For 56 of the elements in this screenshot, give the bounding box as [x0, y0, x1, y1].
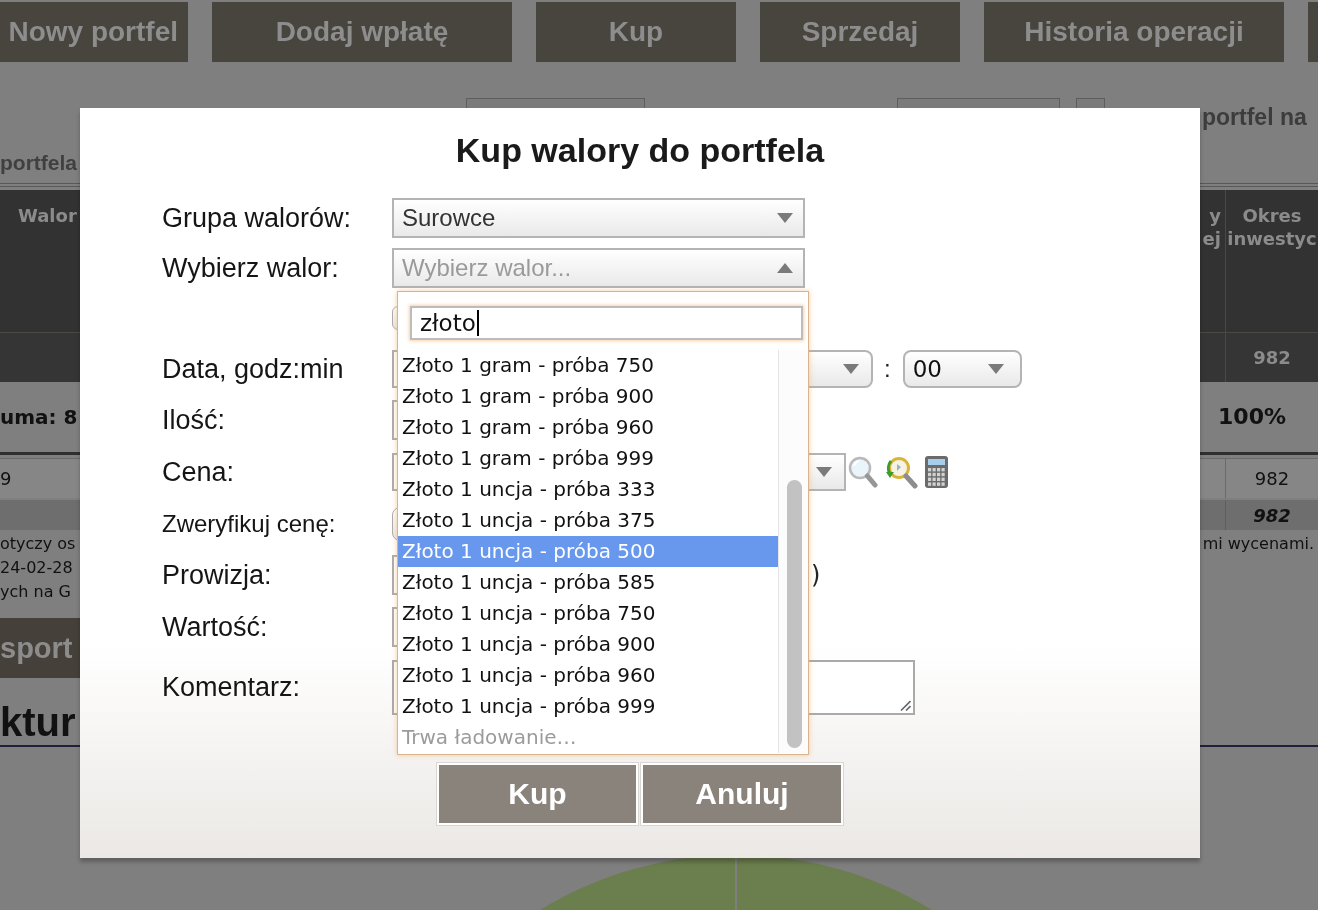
time-separator: : — [884, 353, 891, 384]
select-field[interactable]: 00 — [902, 349, 1022, 388]
caret-down-icon — [777, 213, 793, 223]
field-label: Ilość: — [162, 404, 226, 436]
section-heading: ktur — [0, 700, 76, 744]
scrollbar-thumb[interactable] — [787, 480, 802, 748]
field-label: Data, godz:min — [162, 352, 344, 385]
table-cell: 982 — [1225, 333, 1318, 382]
note-text: mi wycenami. — [1202, 533, 1314, 555]
search-icon[interactable] — [848, 456, 878, 488]
field-label: Wybierz walor: — [162, 252, 339, 284]
field-label: Grupa walorów: — [162, 202, 352, 234]
note-text: otyczy os — [0, 533, 76, 555]
summary-text: uma: 8 — [0, 404, 78, 431]
magnifier-arrows-icon[interactable] — [884, 455, 918, 489]
dropdown-option[interactable]: Złoto 1 uncja - próba 375 — [398, 505, 778, 536]
loading-text: Trwa ładowanie… — [401, 724, 578, 751]
search-field[interactable]: złoto — [410, 306, 803, 340]
dropdown-option[interactable]: Złoto 1 uncja - próba 960 — [398, 660, 778, 691]
caret-down-icon — [843, 363, 859, 374]
dropdown-option[interactable]: Złoto 1 uncja - próba 999 — [398, 691, 778, 722]
table-cell-text: 9 — [0, 467, 13, 491]
caret-down-icon — [987, 363, 1004, 374]
text-cursor-icon — [476, 310, 479, 336]
field-label: Wartość: — [162, 611, 268, 643]
field-label: Prowizja: — [162, 559, 272, 591]
scrollbar-track[interactable] — [778, 350, 808, 753]
dialog-button[interactable]: Anuluj — [641, 763, 843, 825]
note-text: ych na G — [0, 581, 72, 603]
dialog-title: Kup walory do portfela — [455, 130, 825, 171]
dropdown-option[interactable]: Złoto 1 gram - próba 960 — [398, 412, 778, 443]
field-label: Cena: — [162, 456, 235, 488]
caret-down-icon — [816, 467, 832, 477]
dropdown-option[interactable]: Złoto 1 uncja - próba 900 — [398, 629, 778, 660]
table-cell: 982 — [1225, 459, 1318, 498]
column-header: y ej — [1202, 204, 1221, 250]
dropdown-option[interactable]: Złoto 1 gram - próba 999 — [398, 443, 778, 474]
section-label: portfela — [0, 151, 77, 175]
caret-up-icon — [777, 263, 793, 273]
calculator-icon[interactable] — [925, 456, 948, 488]
dropdown-option[interactable]: Złoto 1 uncja - próba 333 — [398, 474, 778, 505]
field-label: Zweryfikuj cenę: — [162, 508, 336, 539]
toolbar-label: portfel na — [1202, 104, 1307, 130]
dropdown-option[interactable]: Złoto 1 uncja - próba 750 — [398, 598, 778, 629]
note-text: 24-02-28 — [0, 557, 74, 579]
resize-grip-icon[interactable] — [899, 698, 911, 711]
dropdown-option[interactable]: Złoto 1 gram - próba 750 — [398, 350, 778, 381]
suffix-text: ) — [811, 560, 821, 590]
field-label: Komentarz: — [162, 671, 301, 703]
dialog-button[interactable]: Kup — [437, 763, 638, 825]
select-field[interactable]: Surowce — [392, 198, 805, 238]
dropdown-option[interactable]: Złoto 1 gram - próba 900 — [398, 381, 778, 412]
dropdown-option[interactable]: Złoto 1 uncja - próba 585 — [398, 567, 778, 598]
table-cell: 982 — [1225, 500, 1318, 530]
summary-text: 100% — [1218, 403, 1286, 431]
column-header: Walor — [17, 204, 78, 228]
